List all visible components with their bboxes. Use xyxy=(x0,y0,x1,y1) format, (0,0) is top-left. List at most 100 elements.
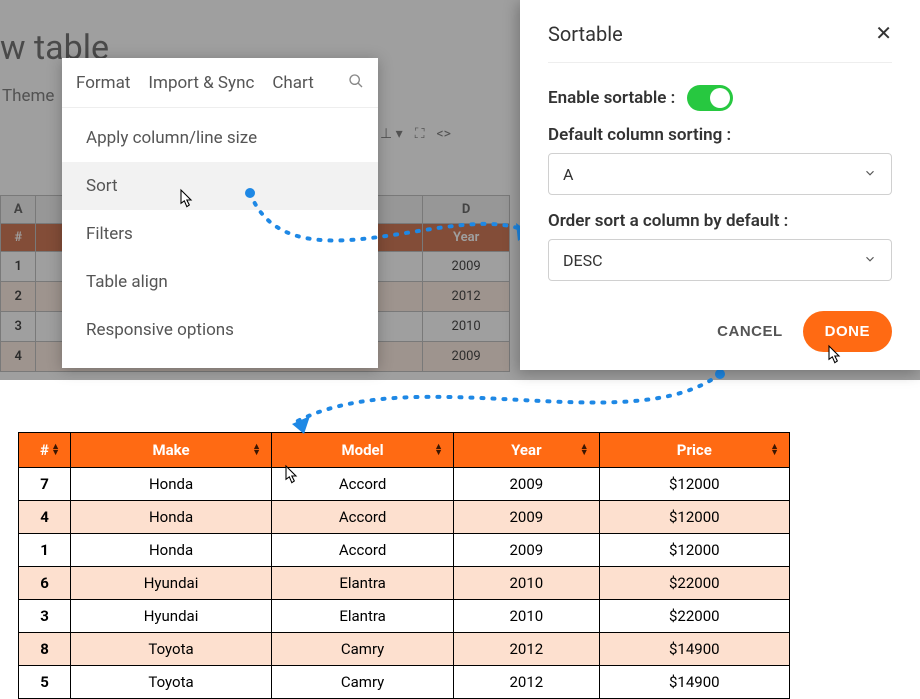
cell: $14900 xyxy=(599,633,789,666)
tab-format[interactable]: Format xyxy=(76,73,130,93)
toolbar: ⊥ ▾ ⛶ <> xyxy=(380,126,451,142)
cell: 2009 xyxy=(454,501,600,534)
col-label: # xyxy=(40,441,49,459)
col-model[interactable]: Model ▲▼ xyxy=(272,433,454,468)
cell: Honda xyxy=(71,501,272,534)
menu-item-apply-column-line-size[interactable]: Apply column/line size xyxy=(62,114,378,162)
cell: $12000 xyxy=(599,501,789,534)
default-sort-value: A xyxy=(563,165,573,184)
cell: 4 xyxy=(19,501,71,534)
sort-icon[interactable]: ▲▼ xyxy=(252,444,261,456)
tab-chart[interactable]: Chart xyxy=(272,73,313,93)
cell: Honda xyxy=(71,534,272,567)
underline-icon[interactable]: ⊥ ▾ xyxy=(380,126,403,142)
cell: Elantra xyxy=(272,600,454,633)
enable-sortable-label: Enable sortable : xyxy=(548,88,675,108)
row-num: 2 xyxy=(1,282,36,312)
cell: 2012 xyxy=(454,666,600,699)
col-make[interactable]: Make ▲▼ xyxy=(71,433,272,468)
row-num: 4 xyxy=(1,342,36,372)
cancel-button[interactable]: CANCEL xyxy=(717,323,783,340)
table-row: 3HyundaiElantra2010$22000 xyxy=(19,600,790,633)
row-num: 1 xyxy=(1,252,36,282)
table-row: 8ToyotaCamry2012$14900 xyxy=(19,633,790,666)
cell: Toyota xyxy=(71,633,272,666)
col-year[interactable]: Year ▲▼ xyxy=(454,433,600,468)
sort-icon[interactable]: ▲▼ xyxy=(434,444,443,456)
col-head-a[interactable]: A xyxy=(1,196,36,224)
order-sort-label: Order sort a column by default : xyxy=(548,211,892,231)
row-year: 2009 xyxy=(423,342,510,372)
cell: 5 xyxy=(19,666,71,699)
menu-item-table-align[interactable]: Table align xyxy=(62,258,378,306)
sortable-modal: Sortable ✕ Enable sortable : Default col… xyxy=(520,0,920,370)
table-row: 1HondaAccord2009$12000 xyxy=(19,534,790,567)
cell: 1 xyxy=(19,534,71,567)
expand-icon[interactable]: ⛶ xyxy=(415,126,425,142)
cell: 7 xyxy=(19,468,71,501)
menu-item-responsive-options[interactable]: Responsive options xyxy=(62,306,378,354)
cell: Accord xyxy=(272,501,454,534)
col-label: Price xyxy=(677,441,712,459)
cell: 8 xyxy=(19,633,71,666)
col-label: Model xyxy=(342,441,384,459)
tab-import-sync[interactable]: Import & Sync xyxy=(148,73,254,93)
enable-sortable-toggle[interactable] xyxy=(687,85,733,111)
cell: Hyundai xyxy=(71,600,272,633)
cell: Elantra xyxy=(272,567,454,600)
modal-title: Sortable xyxy=(548,22,623,46)
menu-item-sort[interactable]: Sort xyxy=(62,162,378,210)
col-label: Make xyxy=(152,441,189,459)
result-table: #▲▼Make▲▼Model▲▼Year▲▼Price▲▼ 7HondaAcco… xyxy=(18,432,790,699)
table-row: 7HondaAccord2009$12000 xyxy=(19,468,790,501)
sort-icon[interactable]: ▲▼ xyxy=(580,444,589,456)
row-year: 2009 xyxy=(423,252,510,282)
col-label: Year xyxy=(511,441,541,459)
cell: $22000 xyxy=(599,600,789,633)
menu-item-filters[interactable]: Filters xyxy=(62,210,378,258)
table-row: 4HondaAccord2009$12000 xyxy=(19,501,790,534)
default-sort-label: Default column sorting : xyxy=(548,125,892,145)
table-row: 6HyundaiElantra2010$22000 xyxy=(19,567,790,600)
table-row: 5ToyotaCamry2012$14900 xyxy=(19,666,790,699)
cell: $12000 xyxy=(599,534,789,567)
chevron-down-icon xyxy=(863,165,877,184)
cell: $12000 xyxy=(599,468,789,501)
cell: 2012 xyxy=(454,633,600,666)
top-tabs: Theme xyxy=(0,80,56,112)
cell: Hyundai xyxy=(71,567,272,600)
cell: Honda xyxy=(71,468,272,501)
cell: Camry xyxy=(272,633,454,666)
order-sort-value: DESC xyxy=(563,251,603,270)
order-sort-select[interactable]: DESC xyxy=(548,239,892,281)
cell: Accord xyxy=(272,468,454,501)
hdr-year: Year xyxy=(423,224,510,252)
sort-icon[interactable]: ▲▼ xyxy=(770,444,779,456)
sort-icon[interactable]: ▲▼ xyxy=(51,444,60,456)
code-icon[interactable]: <> xyxy=(437,126,451,142)
col-[interactable]: #▲▼ xyxy=(19,433,71,468)
cell: 2010 xyxy=(454,567,600,600)
theme-tab[interactable]: Theme xyxy=(0,80,56,112)
cell: 2009 xyxy=(454,534,600,567)
cell: $14900 xyxy=(599,666,789,699)
cell: Camry xyxy=(272,666,454,699)
default-sort-select[interactable]: A xyxy=(548,153,892,195)
cell: Accord xyxy=(272,534,454,567)
col-head-d[interactable]: D xyxy=(423,196,510,224)
cell: Toyota xyxy=(71,666,272,699)
hdr-num: # xyxy=(1,224,36,252)
close-icon[interactable]: ✕ xyxy=(875,24,892,44)
cell: 2009 xyxy=(454,468,600,501)
chevron-down-icon xyxy=(863,251,877,270)
cell: $22000 xyxy=(599,567,789,600)
cell: 3 xyxy=(19,600,71,633)
cell: 2010 xyxy=(454,600,600,633)
row-year: 2010 xyxy=(423,312,510,342)
row-year: 2012 xyxy=(423,282,510,312)
search-icon[interactable] xyxy=(348,73,364,93)
format-dropdown: Format Import & Sync Chart Apply column/… xyxy=(62,58,378,368)
col-price[interactable]: Price ▲▼ xyxy=(599,433,789,468)
cell: 6 xyxy=(19,567,71,600)
done-button[interactable]: DONE xyxy=(803,311,892,352)
